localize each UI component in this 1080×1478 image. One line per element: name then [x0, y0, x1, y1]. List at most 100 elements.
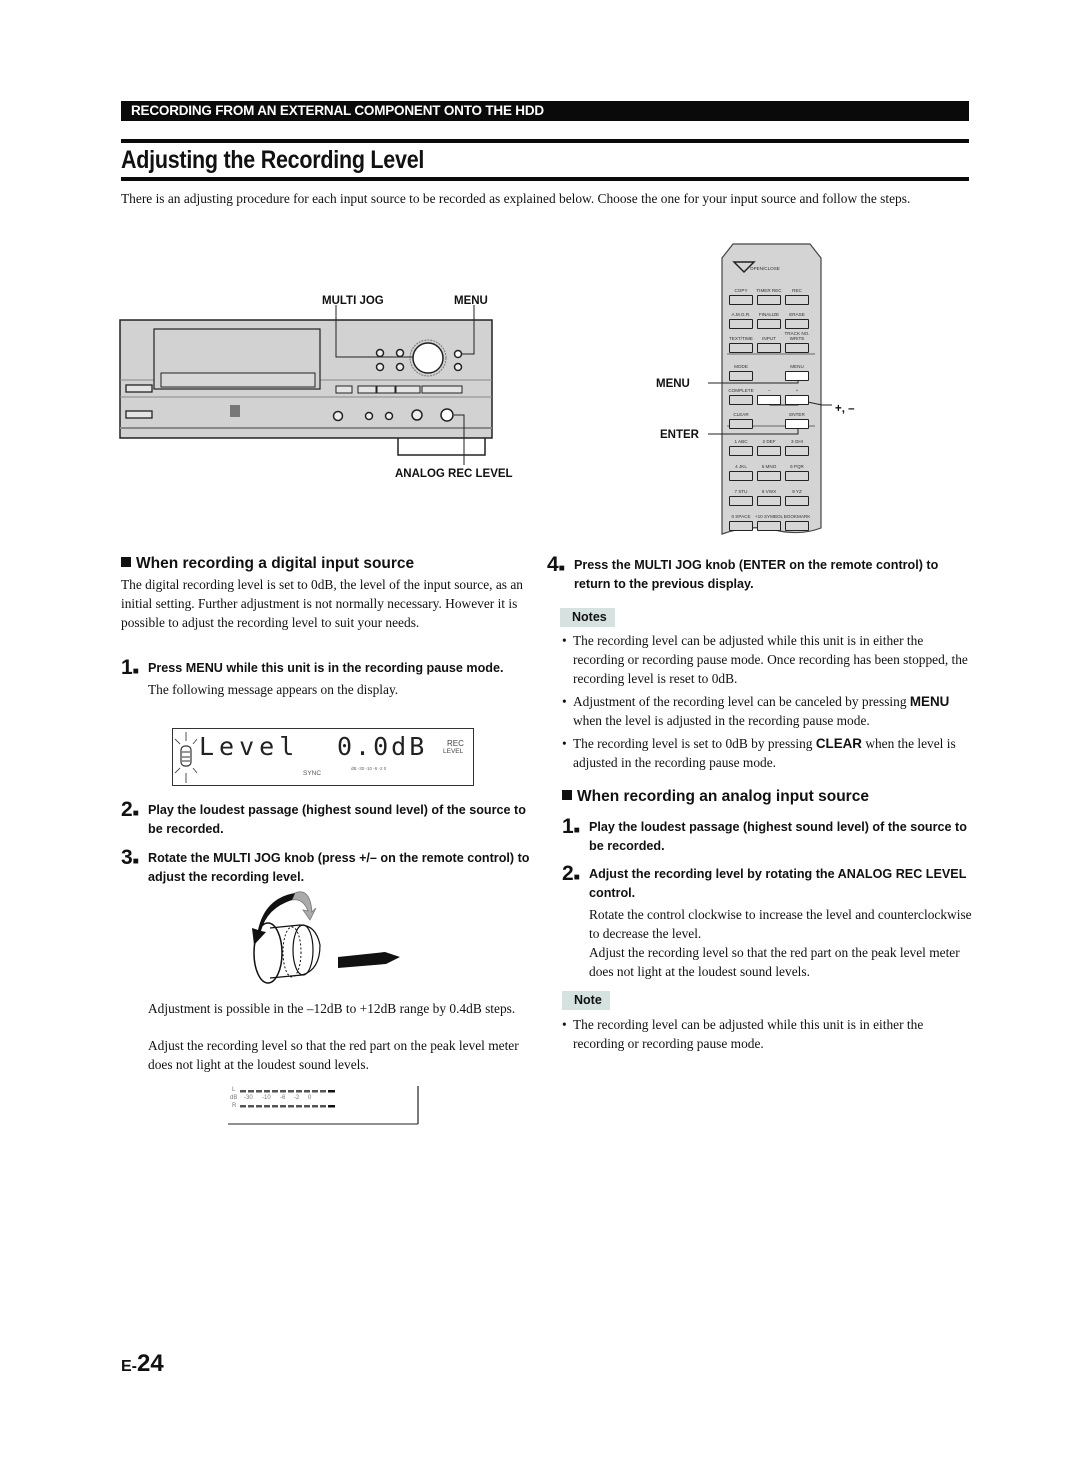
remote-key-label: ERASE: [789, 312, 805, 317]
remote-key-7-stu[interactable]: [729, 496, 753, 506]
remote-key-enter[interactable]: [785, 419, 809, 429]
section-bar: RECORDING FROM AN EXTERNAL COMPONENT ONT…: [121, 101, 969, 121]
remote-key-label: COPY: [734, 288, 748, 293]
meter-segment: [280, 1090, 286, 1093]
note-item: The recording level is set to 0dB by pre…: [562, 734, 974, 772]
digital-para-range: Adjustment is possible in the –12dB to +…: [148, 1001, 516, 1016]
note-item: The recording level can be adjusted whil…: [562, 631, 974, 688]
meter-segment: [328, 1090, 335, 1093]
digital-step-3: 3■ Rotate the MULTI JOG knob (press +/– …: [121, 846, 530, 884]
remote-key-menu[interactable]: [785, 371, 809, 381]
step-4: 4■ Press the MULTI JOG knob (ENTER on th…: [547, 553, 939, 591]
meter-right-label: R: [232, 1103, 237, 1109]
remote-key-label: COMPLETE: [728, 388, 754, 393]
title-rule-bottom: [121, 177, 969, 181]
analog-note: The recording level can be adjusted whil…: [562, 1015, 974, 1053]
remote-key-label: TRACK NO. WRITE: [784, 331, 810, 341]
digital-intro: The digital recording level is set to 0d…: [121, 577, 523, 630]
remote-key-input[interactable]: [757, 343, 781, 353]
remote-key-9-yz[interactable]: [785, 496, 809, 506]
meter-segment: [288, 1105, 294, 1108]
meter-db-label: dB: [230, 1095, 238, 1101]
intro-paragraph: There is an adjusting procedure for each…: [121, 191, 911, 206]
remote-key-5-mno[interactable]: [757, 471, 781, 481]
remote-key-mode[interactable]: [729, 371, 753, 381]
peak-level-meter: L dB -30 -10 -6 -2 0 R: [228, 1086, 420, 1126]
remote-key-timer-rec[interactable]: [757, 295, 781, 305]
remote-key-8-vwx[interactable]: [757, 496, 781, 506]
callout-plus-minus: +, –: [835, 403, 855, 415]
remote-key-1-abc[interactable]: [729, 446, 753, 456]
remote-key-+10-symbol[interactable]: [757, 521, 781, 531]
remote-key-label: 9 YZ: [792, 489, 802, 494]
meter-tick-label: -10: [262, 1095, 271, 1101]
remote-key-label: MENU: [790, 364, 804, 369]
remote-key-rec[interactable]: [785, 295, 809, 305]
remote-key-6-pqr[interactable]: [785, 471, 809, 481]
callout-analog-rec-level: ANALOG REC LEVEL: [395, 468, 513, 480]
page-number: E-24: [121, 1350, 164, 1377]
lcd-meter-scale: dB -30 -10 -6 -2 0: [351, 766, 387, 771]
remote-key-+[interactable]: [785, 395, 809, 405]
lcd-sync-indicator: SYNC: [303, 770, 322, 777]
meter-segment: [296, 1105, 302, 1108]
remote-key-label: TEXT/TIME: [729, 336, 753, 341]
note-label: Note: [562, 991, 610, 1010]
analog-step-2: 2■ Adjust the recording level by rotatin…: [562, 862, 972, 979]
remote-key-track-no-write[interactable]: [785, 343, 809, 353]
remote-key-label: –: [767, 388, 771, 393]
remote-key-label: +10 SYMBOL: [754, 514, 784, 519]
remote-key-label: REC: [792, 288, 802, 293]
meter-segment: [320, 1105, 326, 1108]
note-item: Adjustment of the recording level can be…: [562, 692, 974, 730]
note-item: The recording level can be adjusted whil…: [562, 1015, 974, 1053]
heading-square-icon: [121, 557, 131, 567]
meter-tick-label: 0: [308, 1095, 312, 1101]
callout-remote-menu: MENU: [656, 378, 690, 390]
remote-key-text-time[interactable]: [729, 343, 753, 353]
remote-key-label: MODE: [734, 364, 748, 369]
remote-key-a-m-g-r[interactable]: [729, 319, 753, 329]
front-panel-illustration: [119, 305, 493, 465]
meter-tick-label: -6: [280, 1095, 286, 1101]
remote-key-finalize[interactable]: [757, 319, 781, 329]
digital-step-1: 1■ Press MENU while this unit is in the …: [121, 656, 504, 697]
remote-key-copy[interactable]: [729, 295, 753, 305]
remote-key-label: BOOKMARK: [783, 514, 811, 519]
remote-key-bookmark[interactable]: [785, 521, 809, 531]
remote-key-0-space[interactable]: [729, 521, 753, 531]
remote-key-label: 5 MNO: [761, 464, 777, 469]
meter-segment: [256, 1105, 262, 1108]
clockwise-arrow-icon: [291, 891, 317, 921]
lcd-level-label: Level: [199, 732, 300, 761]
remote-key-label: A.M.G.R.: [731, 312, 751, 317]
analog-rec-level-knob: [440, 408, 454, 422]
remote-key-label: +: [795, 388, 799, 393]
peak-meter-graphic: [228, 1086, 419, 1125]
notes-list: The recording level can be adjusted whil…: [562, 631, 974, 772]
remote-key-label: 3 GHI: [791, 439, 803, 444]
remote-key-clear[interactable]: [729, 419, 753, 429]
remote-key-–[interactable]: [757, 395, 781, 405]
remote-key-label: 2 DEF: [762, 439, 776, 444]
meter-segment: [328, 1105, 335, 1108]
multi-jog-knob: [412, 342, 444, 374]
remote-key-complete[interactable]: [729, 395, 753, 405]
remote-key-label: TIMER REC: [756, 288, 782, 293]
menu-button-panel: [453, 349, 463, 359]
remote-key-4-jkl[interactable]: [729, 471, 753, 481]
meter-segment: [288, 1090, 294, 1093]
heading-square-icon: [562, 790, 572, 800]
meter-tick-label: -2: [294, 1095, 300, 1101]
counterclockwise-arrow-icon: [252, 893, 295, 945]
remote-key-2-def[interactable]: [757, 446, 781, 456]
page-title: Adjusting the Recording Level: [121, 146, 425, 174]
meter-segment: [312, 1105, 318, 1108]
remote-key-label: CLEAR: [733, 412, 749, 417]
meter-segment: [304, 1090, 310, 1093]
meter-segment: [272, 1105, 278, 1108]
lcd-level-indicator: LEVEL: [443, 748, 464, 755]
remote-key-erase[interactable]: [785, 319, 809, 329]
remote-key-3-ghi[interactable]: [785, 446, 809, 456]
meter-segment: [296, 1090, 302, 1093]
